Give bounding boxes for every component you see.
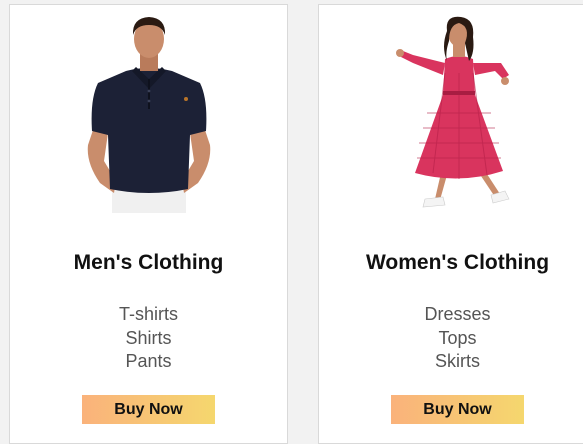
category-item: Shirts xyxy=(125,327,172,348)
buy-now-button[interactable]: Buy Now xyxy=(391,395,524,424)
category-list: T-shirts Shirts Pants xyxy=(10,303,287,374)
product-card-mens-clothing: Men's Clothing T-shirts Shirts Pants Buy… xyxy=(9,4,288,444)
category-item: Dresses xyxy=(424,304,491,324)
womens-clothing-image xyxy=(319,13,583,213)
product-card-womens-clothing: Women's Clothing Dresses Tops Skirts Buy… xyxy=(318,4,583,444)
man-in-navy-polo-photo-icon xyxy=(87,17,210,213)
category-item: Pants xyxy=(125,351,172,371)
category-item: Tops xyxy=(438,327,477,348)
category-item: Skirts xyxy=(435,351,480,371)
buy-now-button[interactable]: Buy Now xyxy=(82,395,215,424)
card-title: Men's Clothing xyxy=(73,251,224,274)
mens-clothing-image xyxy=(10,13,287,213)
category-item: T-shirts xyxy=(118,304,178,324)
woman-in-pink-dress-photo-icon xyxy=(395,16,509,208)
category-list: Dresses Tops Skirts xyxy=(319,303,583,374)
card-title: Women's Clothing xyxy=(365,251,550,274)
